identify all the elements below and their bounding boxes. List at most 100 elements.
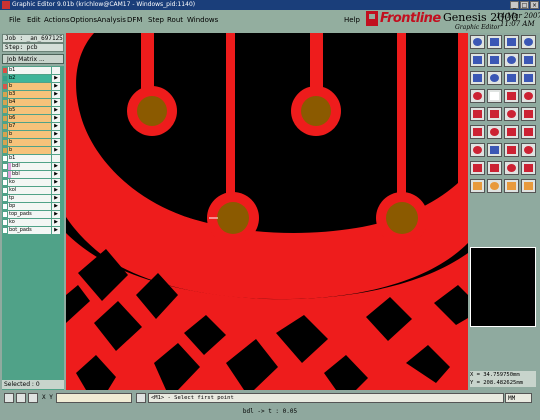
- step-button[interactable]: [504, 179, 519, 193]
- layer-color-swatch[interactable]: [3, 68, 7, 73]
- menu-edit[interactable]: Edit: [27, 16, 41, 24]
- close-button[interactable]: ×: [530, 1, 539, 9]
- layer-name[interactable]: b1: [8, 67, 51, 74]
- pcb-layout[interactable]: [66, 33, 468, 390]
- layer-row[interactable]: ko ▶: [2, 219, 64, 226]
- layer-row[interactable]: b3 ▶: [2, 91, 64, 98]
- layer-color-swatch[interactable]: [3, 204, 7, 209]
- layer-name[interactable]: bdl: [8, 163, 51, 170]
- layer-row[interactable]: bbl ▶: [2, 171, 64, 178]
- layer-row[interactable]: top_pads ▶: [2, 211, 64, 218]
- layer-row[interactable]: ko ▶: [2, 179, 64, 186]
- layer-name[interactable]: top_pads: [8, 211, 51, 218]
- menu-step[interactable]: Step: [148, 16, 164, 24]
- layer-name[interactable]: b4: [8, 99, 51, 106]
- layer-name[interactable]: b7: [8, 123, 51, 130]
- highlight-button[interactable]: [487, 143, 502, 157]
- layer-name[interactable]: b1: [8, 155, 51, 162]
- layer-name[interactable]: ko: [8, 219, 51, 226]
- add-arc-button[interactable]: [504, 107, 519, 121]
- home-button[interactable]: [521, 53, 536, 67]
- overview-window[interactable]: [470, 247, 536, 327]
- layer-arrow-icon[interactable]: ▶: [52, 163, 60, 170]
- menu-dfm[interactable]: DFM: [127, 16, 142, 24]
- menu-windows[interactable]: Windows: [187, 16, 218, 24]
- select-pointer-button[interactable]: [487, 179, 502, 193]
- menu-help[interactable]: Help: [344, 16, 360, 24]
- layer-name[interactable]: b2: [8, 75, 51, 82]
- layer-name[interactable]: bot_pads: [8, 227, 51, 234]
- select-button[interactable]: [504, 89, 519, 103]
- layer-arrow-icon[interactable]: ▶: [52, 107, 60, 114]
- layer-row[interactable]: bdl ▶: [2, 163, 64, 170]
- minimize-button[interactable]: _: [510, 1, 519, 9]
- layer-arrow-icon[interactable]: ▶: [52, 227, 60, 234]
- layer-row[interactable]: b ▶: [2, 139, 64, 146]
- layer-name[interactable]: b3: [8, 91, 51, 98]
- layer-arrow-icon[interactable]: ▶: [52, 91, 60, 98]
- layer-arrow-icon[interactable]: ▶: [52, 219, 60, 226]
- zoom-fit-button[interactable]: [504, 35, 519, 49]
- layer-color-swatch[interactable]: [3, 228, 7, 233]
- triangle-warn-button[interactable]: [521, 161, 536, 175]
- zoom-area-button[interactable]: [487, 53, 502, 67]
- xy-input[interactable]: [56, 393, 132, 403]
- layer-color-swatch[interactable]: [3, 148, 7, 153]
- layer-name[interactable]: b: [8, 147, 51, 154]
- layer-color-swatch[interactable]: [3, 84, 7, 89]
- layer-name[interactable]: b5: [8, 107, 51, 114]
- zoom-out-button[interactable]: [487, 35, 502, 49]
- unit-selector[interactable]: MM: [505, 393, 532, 403]
- add-line-button[interactable]: [487, 107, 502, 121]
- layer-color-swatch[interactable]: [3, 180, 7, 185]
- layer-name[interactable]: kol: [8, 187, 51, 194]
- layer-row[interactable]: b1: [2, 155, 64, 162]
- pointer-button[interactable]: [470, 179, 485, 193]
- layer-arrow-icon[interactable]: ▶: [52, 123, 60, 130]
- menu-options[interactable]: Options: [70, 16, 97, 24]
- layer-row[interactable]: b ▶: [2, 131, 64, 138]
- layer-color-swatch[interactable]: [3, 100, 7, 105]
- triangle-button[interactable]: [470, 161, 485, 175]
- layer-name[interactable]: b: [8, 131, 51, 138]
- zoom-in-button[interactable]: [470, 35, 485, 49]
- layer-color-swatch[interactable]: [3, 220, 7, 225]
- layer-color-swatch[interactable]: [3, 212, 7, 217]
- layer-row[interactable]: bp ▶: [2, 203, 64, 210]
- layer-name[interactable]: b: [8, 83, 51, 90]
- cursor-button[interactable]: [521, 179, 536, 193]
- snap-button[interactable]: [16, 393, 26, 403]
- redraw-button[interactable]: [504, 53, 519, 67]
- layer-row[interactable]: b1: [2, 67, 64, 74]
- merge-button[interactable]: [521, 125, 536, 139]
- layer-color-swatch[interactable]: [3, 132, 7, 137]
- layer-button[interactable]: [521, 143, 536, 157]
- layer-row[interactable]: b4 ▶: [2, 99, 64, 106]
- layer-color-swatch[interactable]: [3, 108, 7, 113]
- measure-button[interactable]: [470, 89, 485, 103]
- rotate-button[interactable]: [504, 71, 519, 85]
- layer-arrow-icon[interactable]: ▶: [52, 179, 60, 186]
- copy-button[interactable]: [487, 71, 502, 85]
- measure-button[interactable]: [136, 393, 146, 403]
- layer-color-swatch[interactable]: [3, 188, 7, 193]
- layer-name[interactable]: bbl: [8, 171, 51, 178]
- layer-row[interactable]: bot_pads ▶: [2, 227, 64, 234]
- layer-row[interactable]: b ▶: [2, 147, 64, 154]
- layer-color-swatch[interactable]: [3, 156, 7, 161]
- layer-name[interactable]: tp: [8, 195, 51, 202]
- snap-button[interactable]: [487, 89, 502, 103]
- layer-color-swatch[interactable]: [3, 124, 7, 129]
- split-button[interactable]: [504, 125, 519, 139]
- net-button[interactable]: [487, 125, 502, 139]
- delete-button[interactable]: [521, 89, 536, 103]
- layer-name[interactable]: b6: [8, 115, 51, 122]
- layer-color-swatch[interactable]: [3, 116, 7, 121]
- mirror-button[interactable]: [521, 71, 536, 85]
- layer-arrow-icon[interactable]: ▶: [52, 195, 60, 202]
- layer-color-swatch[interactable]: [3, 92, 7, 97]
- layer-name[interactable]: b: [8, 139, 51, 146]
- add-surface-button[interactable]: [521, 107, 536, 121]
- menu-actions[interactable]: Actions: [44, 16, 70, 24]
- layer-arrow-icon[interactable]: ▶: [52, 83, 60, 90]
